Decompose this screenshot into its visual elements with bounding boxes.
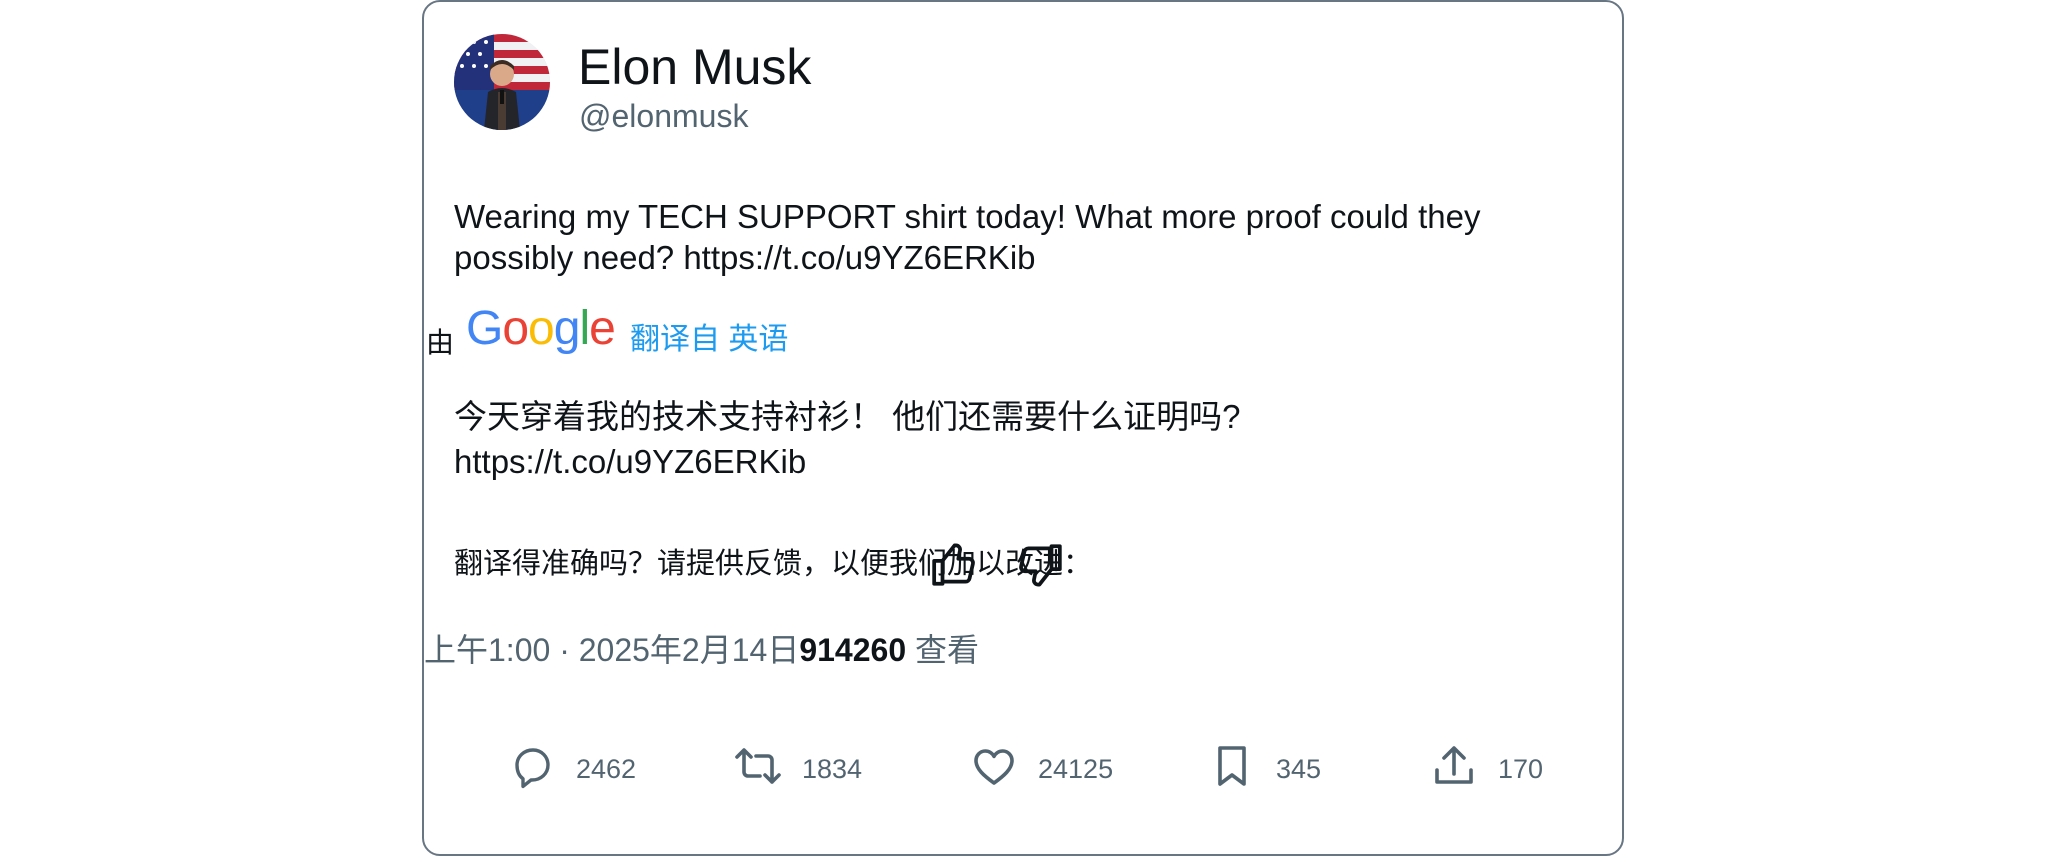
google-logo: Google xyxy=(466,302,616,356)
bookmark-icon xyxy=(1218,746,1246,786)
feedback-prompt: 翻译得准确吗？请提供反馈，以便我们加以改进： xyxy=(454,548,1093,580)
reply-icon xyxy=(515,748,550,789)
action-bar: 2462 1834 24125 345 170 xyxy=(424,732,1624,802)
share-count: 170 xyxy=(1498,754,1544,784)
google-logo-letter: o xyxy=(528,302,555,355)
tweet-text: Wearing my TECH SUPPORT shirt today! Wha… xyxy=(454,196,1574,278)
translated-link[interactable]: https://t.co/u9YZ6ERKib xyxy=(454,443,806,480)
retweet-icon xyxy=(735,748,781,784)
retweet-count: 1834 xyxy=(802,754,863,784)
avatar-image xyxy=(454,34,550,130)
google-logo-letter: l xyxy=(579,302,590,355)
tweet-date[interactable]: 2025年2月14日 xyxy=(579,632,800,668)
thumbs-up-icon[interactable] xyxy=(930,540,980,590)
google-logo-letter: o xyxy=(502,302,529,355)
author-handle[interactable]: @elonmusk xyxy=(579,97,748,135)
translated-text: 今天穿着我的技术支持衬衫！ 他们还需要什么证明吗? https://t.co/u… xyxy=(454,394,1574,484)
tweet-link[interactable]: https://t.co/u9YZ6ERKib xyxy=(683,239,1035,276)
avatar[interactable] xyxy=(454,34,550,130)
reply-count: 2462 xyxy=(576,754,637,784)
like-count: 24125 xyxy=(1038,754,1114,784)
translated-by-label: 由 xyxy=(426,327,455,358)
translated-from-link[interactable]: 翻译自 英语 xyxy=(630,322,788,358)
views-label: 查看 xyxy=(906,632,980,668)
google-logo-letter: G xyxy=(466,302,503,355)
google-logo-letter: e xyxy=(589,302,616,355)
heart-icon xyxy=(974,749,1014,785)
thumbs-down-icon[interactable] xyxy=(1014,540,1064,590)
translated-body: 今天穿着我的技术支持衬衫！ 他们还需要什么证明吗? xyxy=(454,398,1241,435)
views-count: 914260 xyxy=(799,632,907,668)
author-display-name[interactable]: Elon Musk xyxy=(578,38,811,96)
tweet-metadata: 上午1:00 · 2025年2月14日914260 查看 xyxy=(424,630,979,670)
share-icon xyxy=(1435,746,1473,784)
tweet-card: Elon Musk @elonmusk Wearing my TECH SUPP… xyxy=(422,0,1624,856)
translation-feedback: 翻译得准确吗？请提供反馈，以便我们加以改进： xyxy=(454,538,1354,594)
tweet-time[interactable]: 上午1:00 xyxy=(424,632,550,668)
google-logo-letter: g xyxy=(553,302,581,355)
meta-separator: · xyxy=(559,632,570,668)
translation-attribution: 由 Google 翻译自 英语 xyxy=(424,302,924,362)
bookmark-count: 345 xyxy=(1276,754,1322,784)
